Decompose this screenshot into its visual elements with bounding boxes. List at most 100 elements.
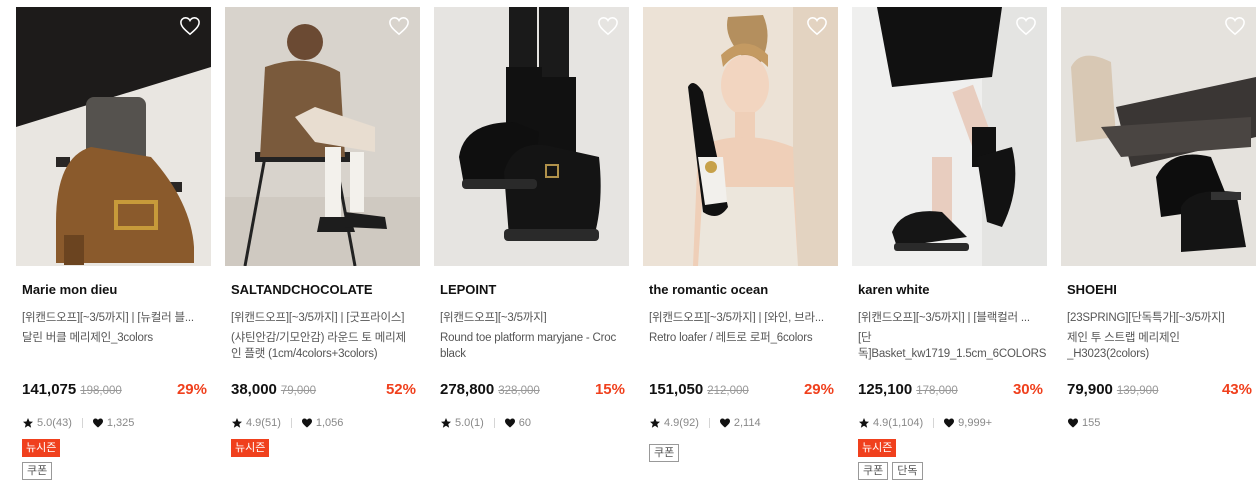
product-name[interactable]: [단독]Basket_kw1719_1.5cm_6COLORS bbox=[858, 330, 1047, 362]
review-meta: 5.0(1) 60 bbox=[440, 415, 531, 431]
product-name[interactable]: Retro loafer / 레트로 로퍼_6colors bbox=[649, 330, 838, 362]
badge-group: 뉴시즌 쿠폰 단독 bbox=[858, 439, 923, 480]
coupon-badge: 쿠폰 bbox=[649, 444, 680, 462]
product-grid: Marie mon dieu [위캔드오프][~3/5까지] | [뉴컬러 블.… bbox=[16, 7, 1256, 480]
sale-price: 278,800 bbox=[440, 381, 495, 398]
discount-rate: 52% bbox=[385, 381, 416, 398]
heart-filled-icon bbox=[301, 418, 312, 428]
product-photo bbox=[225, 7, 420, 266]
coupon-badge: 쿠폰 bbox=[22, 462, 53, 480]
brand-name[interactable]: SHOEHI bbox=[1067, 282, 1256, 300]
brand-name[interactable]: the romantic ocean bbox=[649, 282, 838, 300]
brand-name[interactable]: karen white bbox=[858, 282, 1047, 300]
promo-text: [위캔드오프][~3/5까지] | [굿프라이스] bbox=[231, 312, 405, 323]
sale-price: 125,100 bbox=[858, 381, 913, 398]
likes-count: 155 bbox=[1082, 417, 1101, 429]
promo-text: [23SPRING][단독특가][~3/5까지] bbox=[1067, 312, 1225, 323]
discount-rate: 15% bbox=[594, 381, 625, 398]
review-meta: 4.9(51) 1,056 bbox=[231, 415, 343, 431]
heart-filled-icon bbox=[1068, 418, 1078, 428]
divider bbox=[493, 418, 495, 428]
sale-price: 141,075 bbox=[22, 381, 77, 398]
product-image[interactable] bbox=[434, 7, 629, 266]
product-image[interactable] bbox=[643, 7, 838, 266]
product-image[interactable] bbox=[1061, 7, 1256, 266]
likes-count: 1,325 bbox=[106, 417, 135, 429]
product-card[interactable]: SALTANDCHOCOLATE [위캔드오프][~3/5까지] | [굿프라이… bbox=[225, 7, 420, 457]
wishlist-heart-icon[interactable] bbox=[1015, 16, 1037, 36]
divider bbox=[708, 418, 710, 428]
rating-text: 4.9(1,104) bbox=[873, 417, 924, 429]
sale-price: 38,000 bbox=[231, 381, 277, 398]
review-meta: 5.0(43) 1,325 bbox=[22, 415, 134, 431]
heart-filled-icon bbox=[92, 418, 103, 428]
product-photo bbox=[643, 7, 838, 266]
promo-text: [위캔드오프][~3/5까지] | [블랙컬러 ... bbox=[858, 312, 1030, 323]
price-row: 38,000 79,000 52% bbox=[231, 381, 416, 401]
likes-count: 1,056 bbox=[315, 417, 344, 429]
wishlist-heart-icon[interactable] bbox=[1224, 16, 1246, 36]
product-name[interactable]: (샤틴안감/기모안감) 라운드 토 메리제인 플랫 (1cm/4colors+3… bbox=[231, 330, 420, 362]
product-card[interactable]: the romantic ocean [위캔드오프][~3/5까지] | [와인… bbox=[643, 7, 838, 462]
review-meta: 4.9(92) 2,114 bbox=[649, 415, 761, 431]
promo-text: [위캔드오프][~3/5까지] | [뉴컬러 블... bbox=[22, 312, 194, 323]
product-card[interactable]: SHOEHI [23SPRING][단독특가][~3/5까지] 제인 투 스트랩… bbox=[1061, 7, 1256, 429]
badge-group: 쿠폰 bbox=[649, 444, 680, 462]
sale-price: 79,900 bbox=[1067, 381, 1113, 398]
product-name[interactable]: Round toe platform maryjane - Croc black bbox=[440, 330, 629, 362]
product-photo bbox=[1061, 7, 1256, 266]
original-price: 79,000 bbox=[280, 385, 317, 397]
heart-filled-icon bbox=[944, 418, 955, 428]
review-meta: 155 bbox=[1067, 415, 1100, 431]
likes-count: 9,999+ bbox=[958, 417, 993, 429]
coupon-badge: 쿠폰 bbox=[858, 462, 889, 480]
sale-price: 151,050 bbox=[649, 381, 704, 398]
wishlist-heart-icon[interactable] bbox=[388, 16, 410, 36]
original-price: 328,000 bbox=[498, 385, 540, 397]
likes-count: 2,114 bbox=[733, 417, 761, 429]
rating-text: 4.9(92) bbox=[664, 417, 699, 429]
star-icon bbox=[441, 418, 451, 428]
wishlist-heart-icon[interactable] bbox=[179, 16, 201, 36]
wishlist-heart-icon[interactable] bbox=[806, 16, 828, 36]
product-image[interactable] bbox=[16, 7, 211, 266]
rating-text: 5.0(43) bbox=[37, 417, 72, 429]
original-price: 178,000 bbox=[916, 385, 958, 397]
product-card[interactable]: LEPOINT [위캔드오프][~3/5까지] Round toe platfo… bbox=[434, 7, 629, 429]
star-icon bbox=[232, 418, 242, 428]
promo-text: [위캔드오프][~3/5까지] | [와인, 브라... bbox=[649, 312, 824, 323]
product-name[interactable]: 제인 투 스트랩 메리제인_H3023(2colors) bbox=[1067, 330, 1256, 362]
badge-group: 뉴시즌 bbox=[231, 439, 270, 457]
product-image[interactable] bbox=[852, 7, 1047, 266]
product-card[interactable]: karen white [위캔드오프][~3/5까지] | [블랙컬러 ... … bbox=[852, 7, 1047, 480]
product-photo bbox=[852, 7, 1047, 266]
price-row: 141,075 198,000 29% bbox=[22, 381, 207, 401]
star-icon bbox=[23, 418, 33, 428]
divider bbox=[290, 418, 292, 428]
brand-name[interactable]: SALTANDCHOCOLATE bbox=[231, 282, 420, 300]
original-price: 212,000 bbox=[707, 385, 749, 397]
heart-filled-icon bbox=[719, 418, 730, 428]
price-row: 125,100 178,000 30% bbox=[858, 381, 1043, 401]
promo-text: [위캔드오프][~3/5까지] bbox=[440, 312, 547, 323]
new-season-badge: 뉴시즌 bbox=[858, 439, 897, 457]
discount-rate: 29% bbox=[803, 381, 834, 398]
product-photo bbox=[434, 7, 629, 266]
product-card[interactable]: Marie mon dieu [위캔드오프][~3/5까지] | [뉴컬러 블.… bbox=[16, 7, 211, 480]
likes-count: 60 bbox=[518, 417, 531, 429]
wishlist-heart-icon[interactable] bbox=[597, 16, 619, 36]
star-icon bbox=[859, 418, 869, 428]
price-row: 79,900 139,900 43% bbox=[1067, 381, 1252, 401]
original-price: 198,000 bbox=[80, 385, 122, 397]
new-season-badge: 뉴시즌 bbox=[231, 439, 270, 457]
brand-name[interactable]: Marie mon dieu bbox=[22, 282, 211, 300]
product-name[interactable]: 달린 버클 메리제인_3colors bbox=[22, 330, 211, 362]
heart-filled-icon bbox=[504, 418, 515, 428]
price-row: 151,050 212,000 29% bbox=[649, 381, 834, 401]
brand-name[interactable]: LEPOINT bbox=[440, 282, 629, 300]
divider bbox=[933, 418, 935, 428]
discount-rate: 43% bbox=[1221, 381, 1252, 398]
product-image[interactable] bbox=[225, 7, 420, 266]
exclusive-badge: 단독 bbox=[892, 462, 923, 480]
star-icon bbox=[650, 418, 660, 428]
